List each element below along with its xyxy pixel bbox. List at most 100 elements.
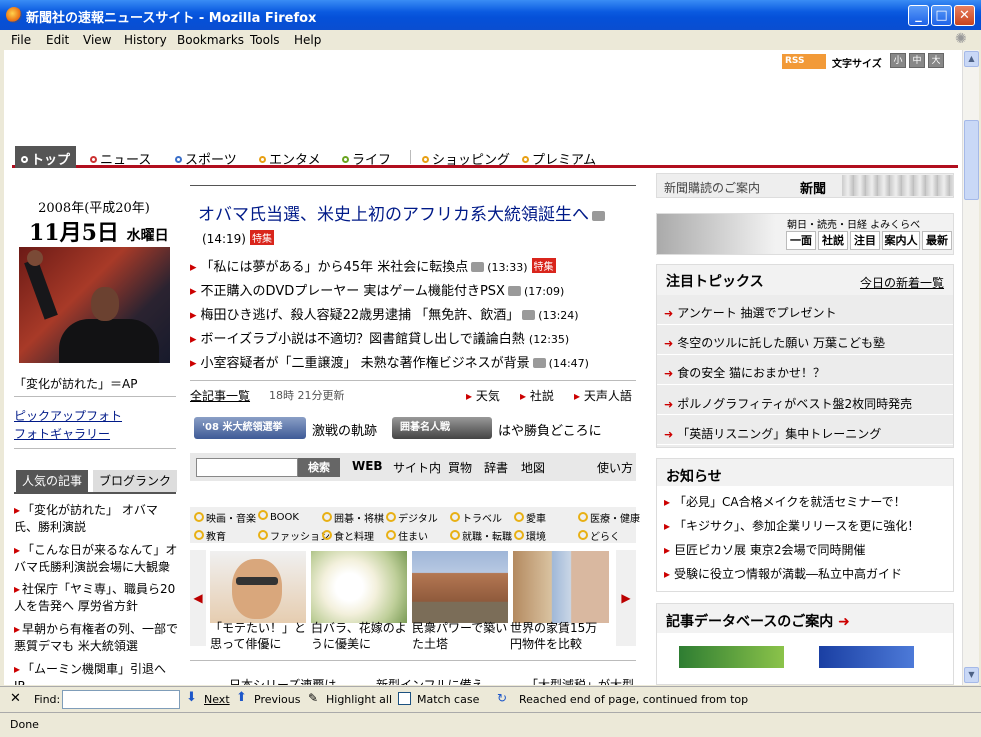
editorial-link[interactable]: ▸ 社説 xyxy=(520,387,554,404)
topics-new-link[interactable]: 今日の新着一覧 xyxy=(860,274,944,291)
topic-item[interactable]: アンケート 抽選でプレゼント xyxy=(664,304,836,321)
minimize-button[interactable]: _ xyxy=(908,5,929,26)
menu-bookmarks[interactable]: Bookmarks xyxy=(177,33,244,47)
font-size-large[interactable]: 大 xyxy=(928,53,944,68)
photo-caption[interactable]: 「モテたい！」と思って俳優に xyxy=(210,620,308,652)
tab-blogrank[interactable]: ブログランク xyxy=(93,470,178,492)
find-input[interactable] xyxy=(62,690,180,709)
cat-edu[interactable]: 教育 xyxy=(194,528,226,543)
bottom-link[interactable]: 新型インフルに備え xyxy=(376,676,484,685)
popular-item[interactable]: 「ムーミン機関車」引退へ JR xyxy=(14,661,179,685)
vertical-scrollbar[interactable]: ▲ ▼ xyxy=(962,50,979,685)
topic-item[interactable]: 食の安全 猫におまかせ！？ xyxy=(664,364,825,381)
tab-popular[interactable]: 人気の記事 xyxy=(16,470,89,492)
cat-food[interactable]: 食と料理 xyxy=(322,528,374,543)
popular-item[interactable]: 「こんな日が来るなんて」オバマ氏勝利演説会場に大観衆 xyxy=(14,542,179,576)
special-badge[interactable]: 特集 xyxy=(531,258,556,273)
top-photo[interactable] xyxy=(19,247,170,363)
notice-item[interactable]: 「必見」CA合格メイクを就活セミナーで！ xyxy=(664,493,906,510)
popular-item[interactable]: 早朝から有権者の列、一部で悪質デマも 米大統領選 xyxy=(14,621,179,655)
subscribe-label[interactable]: 新聞購読のご案内 xyxy=(664,179,760,196)
scroll-thumb[interactable] xyxy=(964,120,979,200)
carousel-prev-button[interactable]: ◀ xyxy=(190,550,206,646)
nav-entame[interactable]: エンタメ xyxy=(259,149,321,168)
cat-doraku[interactable]: どらく xyxy=(578,528,620,543)
rss-button[interactable]: RSS xyxy=(782,54,826,69)
photo-thumb[interactable] xyxy=(513,551,609,623)
weather-link[interactable]: ▸ 天気 xyxy=(466,387,500,404)
topic-item[interactable]: 冬空のツルに託した願い 万葉こども塾 xyxy=(664,334,885,351)
topic-item[interactable]: ポルノグラフィティがベスト盤2枚同時発売 xyxy=(664,395,912,412)
find-next-button[interactable]: Next xyxy=(204,693,230,706)
notice-item[interactable]: 受験に役立つ情報が満載―私立中高ガイド xyxy=(664,565,902,582)
search-opt-map[interactable]: 地図 xyxy=(521,459,545,476)
menu-view[interactable]: View xyxy=(83,33,111,47)
compare-btn-chumoku[interactable]: 注目 xyxy=(850,231,880,250)
menu-edit[interactable]: Edit xyxy=(46,33,69,47)
menu-history[interactable]: History xyxy=(124,33,167,47)
kikuzo-logo[interactable] xyxy=(679,646,784,668)
menu-tools[interactable]: Tools xyxy=(250,33,280,47)
nav-news[interactable]: ニュース xyxy=(90,149,151,168)
special-badge[interactable]: 特集 xyxy=(249,230,274,245)
election-banner[interactable]: '08 米大統領選挙 xyxy=(194,417,306,439)
cat-movie[interactable]: 映画・音楽 xyxy=(194,510,256,525)
shinbun-label[interactable]: 新聞 xyxy=(800,178,826,197)
search-opt-web[interactable]: WEB xyxy=(352,459,383,473)
cat-travel[interactable]: トラベル xyxy=(450,510,502,525)
db-title[interactable]: 記事データベースのご案内 ➜ xyxy=(666,611,850,631)
cat-medical[interactable]: 医療・健康 xyxy=(578,510,640,525)
search-input[interactable] xyxy=(196,458,298,477)
nav-sports[interactable]: スポーツ xyxy=(175,149,237,168)
maximize-button[interactable]: □ xyxy=(931,5,952,26)
igo-banner[interactable]: 囲碁名人戦 xyxy=(392,417,492,439)
cat-igo[interactable]: 囲碁・将棋 xyxy=(322,510,384,525)
all-articles-link[interactable]: 全記事一覧 xyxy=(190,387,250,404)
close-button[interactable]: ✕ xyxy=(954,5,975,26)
find-previous-button[interactable]: Previous xyxy=(254,693,301,706)
photo-thumb[interactable] xyxy=(210,551,306,623)
news-item[interactable]: ボーイズラブ小説は不適切？図書館貸し出しで議論白熱 (12:35) xyxy=(190,328,570,347)
notice-item[interactable]: 「キジサク」、参加企業リリースを更に強化！ xyxy=(664,517,919,534)
cat-digital[interactable]: デジタル xyxy=(386,510,438,525)
kijisaku-logo[interactable] xyxy=(819,646,914,668)
news-item[interactable]: 「私には夢がある」から45年 米社会に転換点(13:33)特集 xyxy=(190,256,556,275)
top-headline[interactable]: オバマ氏当選、米史上初のアフリカ系大統領誕生へ xyxy=(198,200,608,225)
photo-thumb[interactable] xyxy=(311,551,407,623)
cat-car[interactable]: 愛車 xyxy=(514,510,546,525)
tenseijingo-link[interactable]: ▸ 天声人語 xyxy=(574,387,632,404)
pickup-photo-link[interactable]: ピックアップフォト xyxy=(14,407,122,424)
cat-book[interactable]: BOOK xyxy=(258,510,299,523)
cat-env[interactable]: 環境 xyxy=(514,528,546,543)
cat-home[interactable]: 住まい xyxy=(386,528,428,543)
photo-thumb[interactable] xyxy=(412,551,508,623)
match-case-checkbox[interactable] xyxy=(398,692,411,705)
bottom-link[interactable]: 日本シリーズ連覇は xyxy=(229,676,336,685)
findbar-close-icon[interactable]: ✕ xyxy=(10,691,21,706)
popular-item[interactable]: 社保庁「ヤミ専」、職員ら20人を告発へ 厚労省方針 xyxy=(14,581,179,615)
font-size-medium[interactable]: 中 xyxy=(909,53,925,68)
menu-help[interactable]: Help xyxy=(294,33,321,47)
news-item[interactable]: 不正購入のDVDプレーヤー 実はゲーム機能付きPSX(17:09) xyxy=(190,280,565,299)
search-opt-dict[interactable]: 辞書 xyxy=(484,459,508,476)
igo-banner-text[interactable]: はや勝負どころに xyxy=(498,420,602,439)
cat-fashion[interactable]: ファッション xyxy=(258,528,330,543)
topic-item[interactable]: 「英語リスニング」集中トレーニング xyxy=(664,425,881,442)
search-opt-site[interactable]: サイト内 xyxy=(393,459,441,476)
notice-item[interactable]: 巨匠ピカソ展 東京2会場で同時開催 xyxy=(664,541,865,558)
photo-caption[interactable]: 民衆パワーで築いた土塔 xyxy=(412,620,510,652)
news-item[interactable]: 梅田ひき逃げ、殺人容疑22歳男逮捕 「無免許、飲酒」(13:24) xyxy=(190,304,579,323)
photo-gallery-link[interactable]: フォトギャラリー xyxy=(14,425,110,442)
bottom-link[interactable]: 「大型減税」が大型 xyxy=(526,676,634,685)
nav-premium[interactable]: プレミアム xyxy=(522,149,596,168)
compare-btn-saishin[interactable]: 最新 xyxy=(922,231,952,250)
nav-shopping[interactable]: ショッピング xyxy=(422,149,510,168)
match-case-label[interactable]: Match case xyxy=(417,693,479,706)
search-opt-shop[interactable]: 買物 xyxy=(448,459,472,476)
news-item[interactable]: 小室容疑者が「二重譲渡」 未熟な著作権ビジネスが背景(14:47) xyxy=(190,352,589,371)
search-button[interactable]: 検索 xyxy=(298,458,340,477)
search-help-link[interactable]: 使い方 xyxy=(597,459,633,476)
font-size-small[interactable]: 小 xyxy=(890,53,906,68)
nav-life[interactable]: ライフ xyxy=(342,149,391,168)
compare-btn-ichimen[interactable]: 一面 xyxy=(786,231,816,250)
